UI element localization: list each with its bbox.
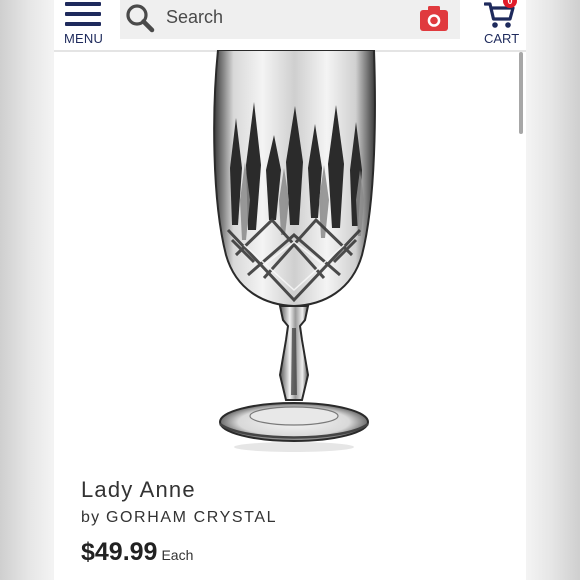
scrollbar-thumb[interactable] (519, 52, 523, 134)
search-input[interactable] (166, 4, 406, 30)
brand-link[interactable]: GORHAM CRYSTAL (106, 509, 277, 526)
product-title: Lady Anne (81, 477, 196, 502)
price-unit: Each (161, 547, 194, 563)
product-price: $49.99 (81, 538, 158, 566)
product-page: MENU 0 CAR (54, 0, 526, 580)
camera-icon (420, 6, 448, 31)
crystal-goblet-image (213, 50, 376, 452)
by-prefix: by (81, 509, 101, 526)
cart-button[interactable]: 0 CART (476, 0, 524, 48)
menu-label: MENU (64, 31, 104, 46)
brand-line: by GORHAM CRYSTAL (81, 509, 277, 527)
top-header: MENU 0 CAR (54, 0, 526, 52)
price-line: $49.99 Each (81, 538, 193, 567)
hamburger-icon (65, 2, 101, 26)
search-bar[interactable] (120, 0, 460, 39)
search-icon (126, 4, 155, 33)
camera-search-button[interactable] (418, 3, 452, 35)
menu-button[interactable]: MENU (60, 0, 106, 48)
cart-label: CART (484, 31, 520, 46)
